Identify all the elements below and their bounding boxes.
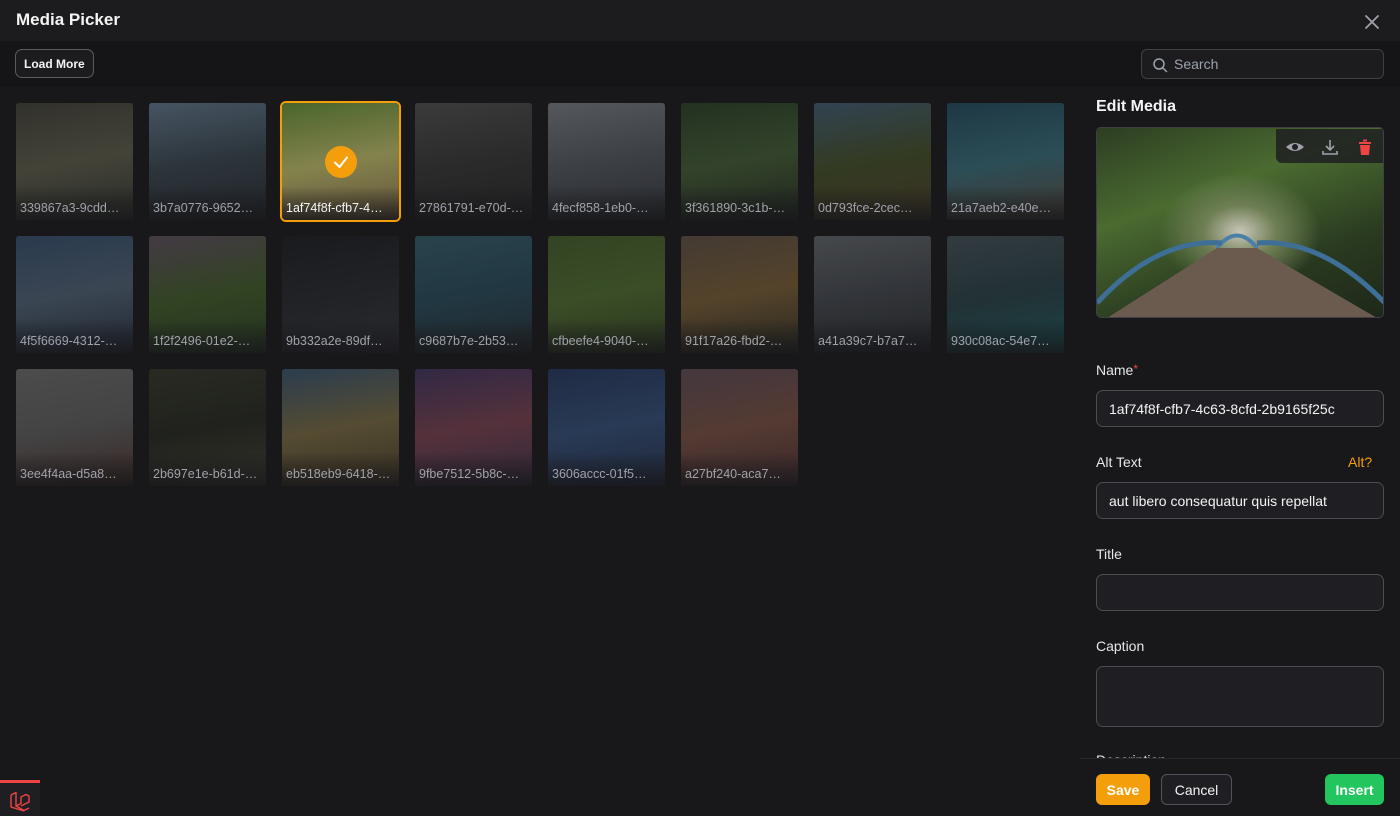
alt-text-label: Alt Text bbox=[1096, 454, 1142, 470]
media-filename: 21a7aeb2-e40e… bbox=[951, 201, 1052, 215]
search-icon bbox=[1153, 58, 1168, 73]
media-filename: 3b7a0776-9652… bbox=[153, 201, 254, 215]
media-filename: 9fbe7512-5b8c-… bbox=[419, 467, 520, 481]
media-tile[interactable]: 2b697e1e-b61d-… bbox=[149, 369, 266, 486]
insert-button[interactable]: Insert bbox=[1325, 774, 1384, 805]
download-icon bbox=[1322, 140, 1338, 155]
edit-media-panel: Edit Media Name* 1af74f8f-cfb7-4c63-8cfd… bbox=[1080, 87, 1400, 816]
media-tile[interactable]: 9b332a2e-89df… bbox=[282, 236, 399, 353]
media-tile[interactable]: 4f5f6669-4312-… bbox=[16, 236, 133, 353]
media-filename: 1f2f2496-01e2-… bbox=[153, 334, 251, 348]
media-filename: 3ee4f4aa-d5a8… bbox=[20, 467, 117, 481]
search-box[interactable] bbox=[1141, 49, 1384, 79]
preview-button[interactable] bbox=[1285, 137, 1305, 157]
media-tile[interactable]: 1af74f8f-cfb7-4… bbox=[280, 101, 401, 222]
media-tile[interactable]: 1f2f2496-01e2-… bbox=[149, 236, 266, 353]
media-tile[interactable]: c9687b7e-2b53… bbox=[415, 236, 532, 353]
name-field[interactable] bbox=[1096, 390, 1384, 427]
selected-check-icon bbox=[325, 146, 357, 178]
close-icon bbox=[1365, 15, 1379, 29]
trash-icon bbox=[1359, 139, 1371, 155]
media-filename: 0d793fce-2cec… bbox=[818, 201, 913, 215]
preview-actions bbox=[1276, 129, 1383, 163]
media-grid: 339867a3-9cdd… 3b7a0776-9652… 1af74f8f-cfb… bbox=[16, 101, 1066, 486]
load-more-button[interactable]: Load More bbox=[15, 49, 94, 78]
media-tile[interactable]: 3606accc-01f5… bbox=[548, 369, 665, 486]
media-tile[interactable]: a41a39c7-b7a7… bbox=[814, 236, 931, 353]
media-tile[interactable]: 21a7aeb2-e40e… bbox=[947, 103, 1064, 220]
alt-text-field[interactable] bbox=[1096, 482, 1384, 519]
cancel-button[interactable]: Cancel bbox=[1161, 774, 1232, 805]
name-label: Name* bbox=[1096, 362, 1138, 378]
eye-icon bbox=[1286, 143, 1304, 151]
media-filename: 1af74f8f-cfb7-4… bbox=[286, 201, 383, 215]
media-filename: 930c08ac-54e7… bbox=[951, 334, 1050, 348]
debug-badge[interactable] bbox=[0, 780, 40, 816]
save-button[interactable]: Save bbox=[1096, 774, 1150, 805]
media-tile[interactable]: 3ee4f4aa-d5a8… bbox=[16, 369, 133, 486]
media-tile[interactable]: 930c08ac-54e7… bbox=[947, 236, 1064, 353]
media-filename: 3606accc-01f5… bbox=[552, 467, 647, 481]
delete-button[interactable] bbox=[1355, 137, 1375, 157]
media-tile[interactable]: 27861791-e70d-… bbox=[415, 103, 532, 220]
media-tile[interactable]: a27bf240-aca7… bbox=[681, 369, 798, 486]
media-filename: 3f361890-3c1b-… bbox=[685, 201, 786, 215]
title-field[interactable] bbox=[1096, 574, 1384, 611]
search-input[interactable] bbox=[1174, 50, 1379, 78]
media-tile[interactable]: cfbeefe4-9040-… bbox=[548, 236, 665, 353]
media-filename: 9b332a2e-89df… bbox=[286, 334, 383, 348]
media-tile[interactable]: 0d793fce-2cec… bbox=[814, 103, 931, 220]
panel-footer: Save Cancel Insert bbox=[1080, 758, 1400, 816]
media-tile[interactable]: 3f361890-3c1b-… bbox=[681, 103, 798, 220]
title-label: Title bbox=[1096, 546, 1122, 562]
media-tile[interactable]: 4fecf858-1eb0-… bbox=[548, 103, 665, 220]
toolbar: Load More bbox=[0, 41, 1400, 87]
caption-field[interactable] bbox=[1096, 666, 1384, 727]
media-preview bbox=[1096, 127, 1384, 318]
media-tile[interactable]: eb518eb9-6418-… bbox=[282, 369, 399, 486]
media-tile[interactable]: 339867a3-9cdd… bbox=[16, 103, 133, 220]
media-filename: 2b697e1e-b61d-… bbox=[153, 467, 258, 481]
alt-help-link[interactable]: Alt? bbox=[1348, 454, 1372, 470]
media-filename: a41a39c7-b7a7… bbox=[818, 334, 918, 348]
close-button[interactable] bbox=[1360, 10, 1384, 34]
media-filename: 4f5f6669-4312-… bbox=[20, 334, 118, 348]
media-filename: 27861791-e70d-… bbox=[419, 201, 524, 215]
media-filename: cfbeefe4-9040-… bbox=[552, 334, 649, 348]
media-tile[interactable]: 9fbe7512-5b8c-… bbox=[415, 369, 532, 486]
edit-media-title: Edit Media bbox=[1096, 98, 1177, 115]
page-title: Media Picker bbox=[16, 10, 120, 29]
laravel-logo-icon bbox=[10, 791, 30, 812]
media-tile[interactable]: 91f17a26-fbd2-… bbox=[681, 236, 798, 353]
media-filename: 4fecf858-1eb0-… bbox=[552, 201, 649, 215]
media-filename: a27bf240-aca7… bbox=[685, 467, 781, 481]
media-tile[interactable]: 3b7a0776-9652… bbox=[149, 103, 266, 220]
media-filename: 339867a3-9cdd… bbox=[20, 201, 120, 215]
download-button[interactable] bbox=[1320, 137, 1340, 157]
media-filename: c9687b7e-2b53… bbox=[419, 334, 519, 348]
name-label-text: Name bbox=[1096, 362, 1134, 378]
media-filename: eb518eb9-6418-… bbox=[286, 467, 391, 481]
caption-label: Caption bbox=[1096, 638, 1145, 654]
media-filename: 91f17a26-fbd2-… bbox=[685, 334, 783, 348]
required-mark: * bbox=[1133, 362, 1139, 376]
header-bar: Media Picker bbox=[0, 0, 1400, 41]
